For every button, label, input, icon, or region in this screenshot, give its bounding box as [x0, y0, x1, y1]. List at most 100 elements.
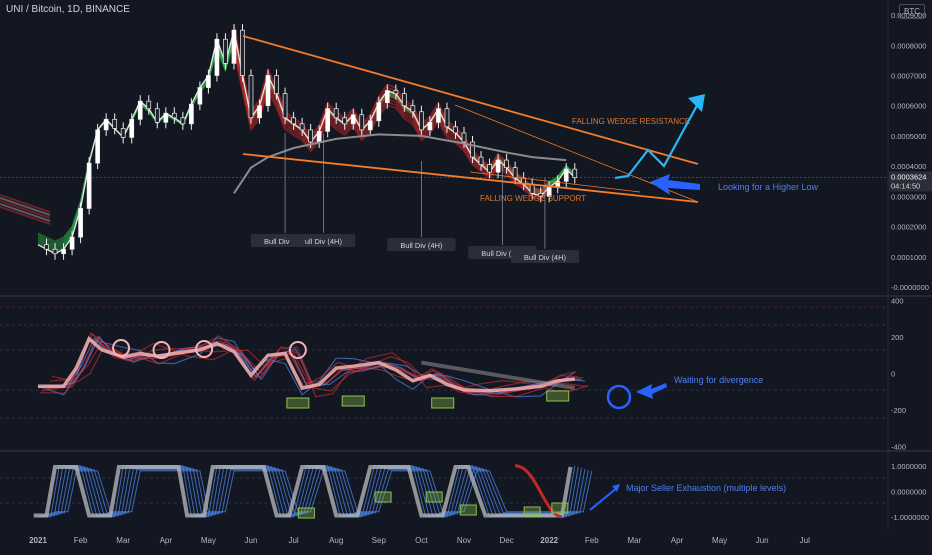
- x-tick-label: May: [201, 536, 216, 545]
- higher-low-arrow: [650, 174, 700, 195]
- sto-green-box: [425, 491, 443, 503]
- candle-body: [342, 117, 348, 125]
- x-tick-label: May: [712, 536, 727, 545]
- candle-body: [444, 108, 450, 128]
- sto-y-tick-label: -1.0000000: [891, 513, 929, 522]
- candle-body: [393, 90, 399, 94]
- candle-body: [504, 159, 509, 168]
- sto-green-box: [374, 491, 392, 503]
- symbol-title[interactable]: UNI / Bitcoin, 1D, BINANCE: [6, 4, 130, 15]
- candle-body: [189, 103, 194, 125]
- osc-y-tick-label: -200: [891, 406, 906, 415]
- bull-div-label: Bull Div (4H): [400, 241, 443, 250]
- sto-green-box: [523, 506, 541, 518]
- candle-body: [206, 75, 211, 88]
- x-tick-label: Aug: [329, 536, 343, 545]
- candle-body: [257, 105, 262, 119]
- x-tick-label: Jul: [800, 536, 810, 545]
- candle-body: [129, 118, 135, 138]
- price-y-tick-label: 0.0007000: [891, 71, 926, 80]
- candle-body: [61, 248, 66, 255]
- currency-badge[interactable]: BTC: [899, 4, 925, 19]
- x-tick-label: 2021: [29, 536, 47, 545]
- candle-body: [248, 75, 254, 119]
- price-y-tick-label: -0.0000000: [891, 283, 929, 292]
- candle-body: [103, 118, 109, 131]
- countdown-label: 04:14:50: [891, 181, 920, 190]
- osc-wave-line: [43, 337, 580, 393]
- candle-body: [495, 159, 501, 173]
- candle-body: [410, 105, 416, 113]
- divergence-circle: [606, 384, 632, 410]
- candle-body: [265, 75, 271, 107]
- bull-div-label: ull Div (4H): [305, 237, 343, 246]
- candle-body: [154, 108, 160, 123]
- projection-arrow-head: [688, 94, 705, 112]
- candle-body: [376, 102, 382, 122]
- candle-body: [197, 87, 203, 105]
- x-tick-label: Jul: [288, 536, 298, 545]
- candle-body: [180, 117, 186, 125]
- candle-body: [333, 108, 339, 119]
- candle-body: [163, 112, 169, 123]
- candle-body: [453, 126, 458, 134]
- x-tick-label: Nov: [457, 536, 471, 545]
- x-tick-label: 2022: [540, 536, 558, 545]
- x-tick-label: Feb: [585, 536, 599, 545]
- candle-body: [461, 132, 467, 143]
- candle-body: [146, 100, 152, 110]
- x-tick-label: Apr: [160, 536, 173, 545]
- candle-body: [274, 75, 279, 94]
- candle-body: [308, 129, 313, 143]
- candle-body: [350, 114, 356, 125]
- x-tick-label: Dec: [499, 536, 513, 545]
- x-tick-label: Jun: [756, 536, 769, 545]
- osc-wave-line: [44, 337, 582, 392]
- x-tick-label: Feb: [74, 536, 88, 545]
- candle-body: [112, 118, 118, 129]
- candle-body: [367, 120, 373, 131]
- x-tick-label: Sep: [372, 536, 387, 545]
- candle-body: [214, 38, 220, 76]
- x-tick-label: Jun: [245, 536, 258, 545]
- candle-body: [78, 208, 83, 238]
- candle-body: [325, 108, 331, 132]
- sto-green-box: [551, 502, 569, 514]
- divergence-label: Waiting for divergence: [674, 375, 763, 385]
- candle-body: [282, 93, 288, 119]
- candle-body: [436, 108, 441, 123]
- candle-body: [44, 244, 49, 250]
- x-tick-label: Apr: [671, 536, 684, 545]
- price-y-tick-label: 0.0006000: [891, 102, 926, 111]
- chart-svg: 0.00090000.00080000.00070000.00060000.00…: [0, 0, 932, 545]
- projection-arrow-line: [614, 99, 701, 180]
- sto-y-tick-label: 0.0000000: [891, 487, 926, 496]
- candle-body: [291, 117, 296, 125]
- price-y-tick-label: 0.0005000: [891, 132, 926, 141]
- candle-body: [402, 93, 407, 107]
- x-tick-label: Mar: [116, 536, 130, 545]
- price-y-tick-label: 0.0004000: [891, 162, 926, 171]
- candle-body: [95, 129, 100, 164]
- osc-y-tick-label: 400: [891, 297, 904, 306]
- osc-y-tick-label: 0: [891, 370, 895, 379]
- price-y-tick-label: 0.0001000: [891, 253, 926, 262]
- candle-body: [299, 123, 305, 131]
- higher-low-label: Looking for a Higher Low: [718, 182, 819, 192]
- seller-exhaustion-arrow: [589, 486, 619, 511]
- x-tick-label: Mar: [628, 536, 642, 545]
- osc-y-tick-label: 200: [891, 333, 904, 342]
- candle-body: [384, 90, 390, 104]
- sto-green-box: [297, 507, 315, 519]
- x-tick-label: Oct: [415, 536, 428, 545]
- candle-body: [572, 168, 578, 178]
- candle-body: [171, 112, 177, 119]
- bull-div-label: Bull Div (4H): [524, 253, 567, 262]
- price-y-tick-label: 0.0008000: [891, 41, 926, 50]
- wedge-thin-line: [469, 171, 641, 193]
- candle-body: [487, 164, 492, 173]
- candle-body: [478, 156, 484, 165]
- candle-body: [512, 167, 518, 179]
- osc-green-box: [286, 397, 310, 409]
- osc-y-tick-label: -400: [891, 442, 906, 451]
